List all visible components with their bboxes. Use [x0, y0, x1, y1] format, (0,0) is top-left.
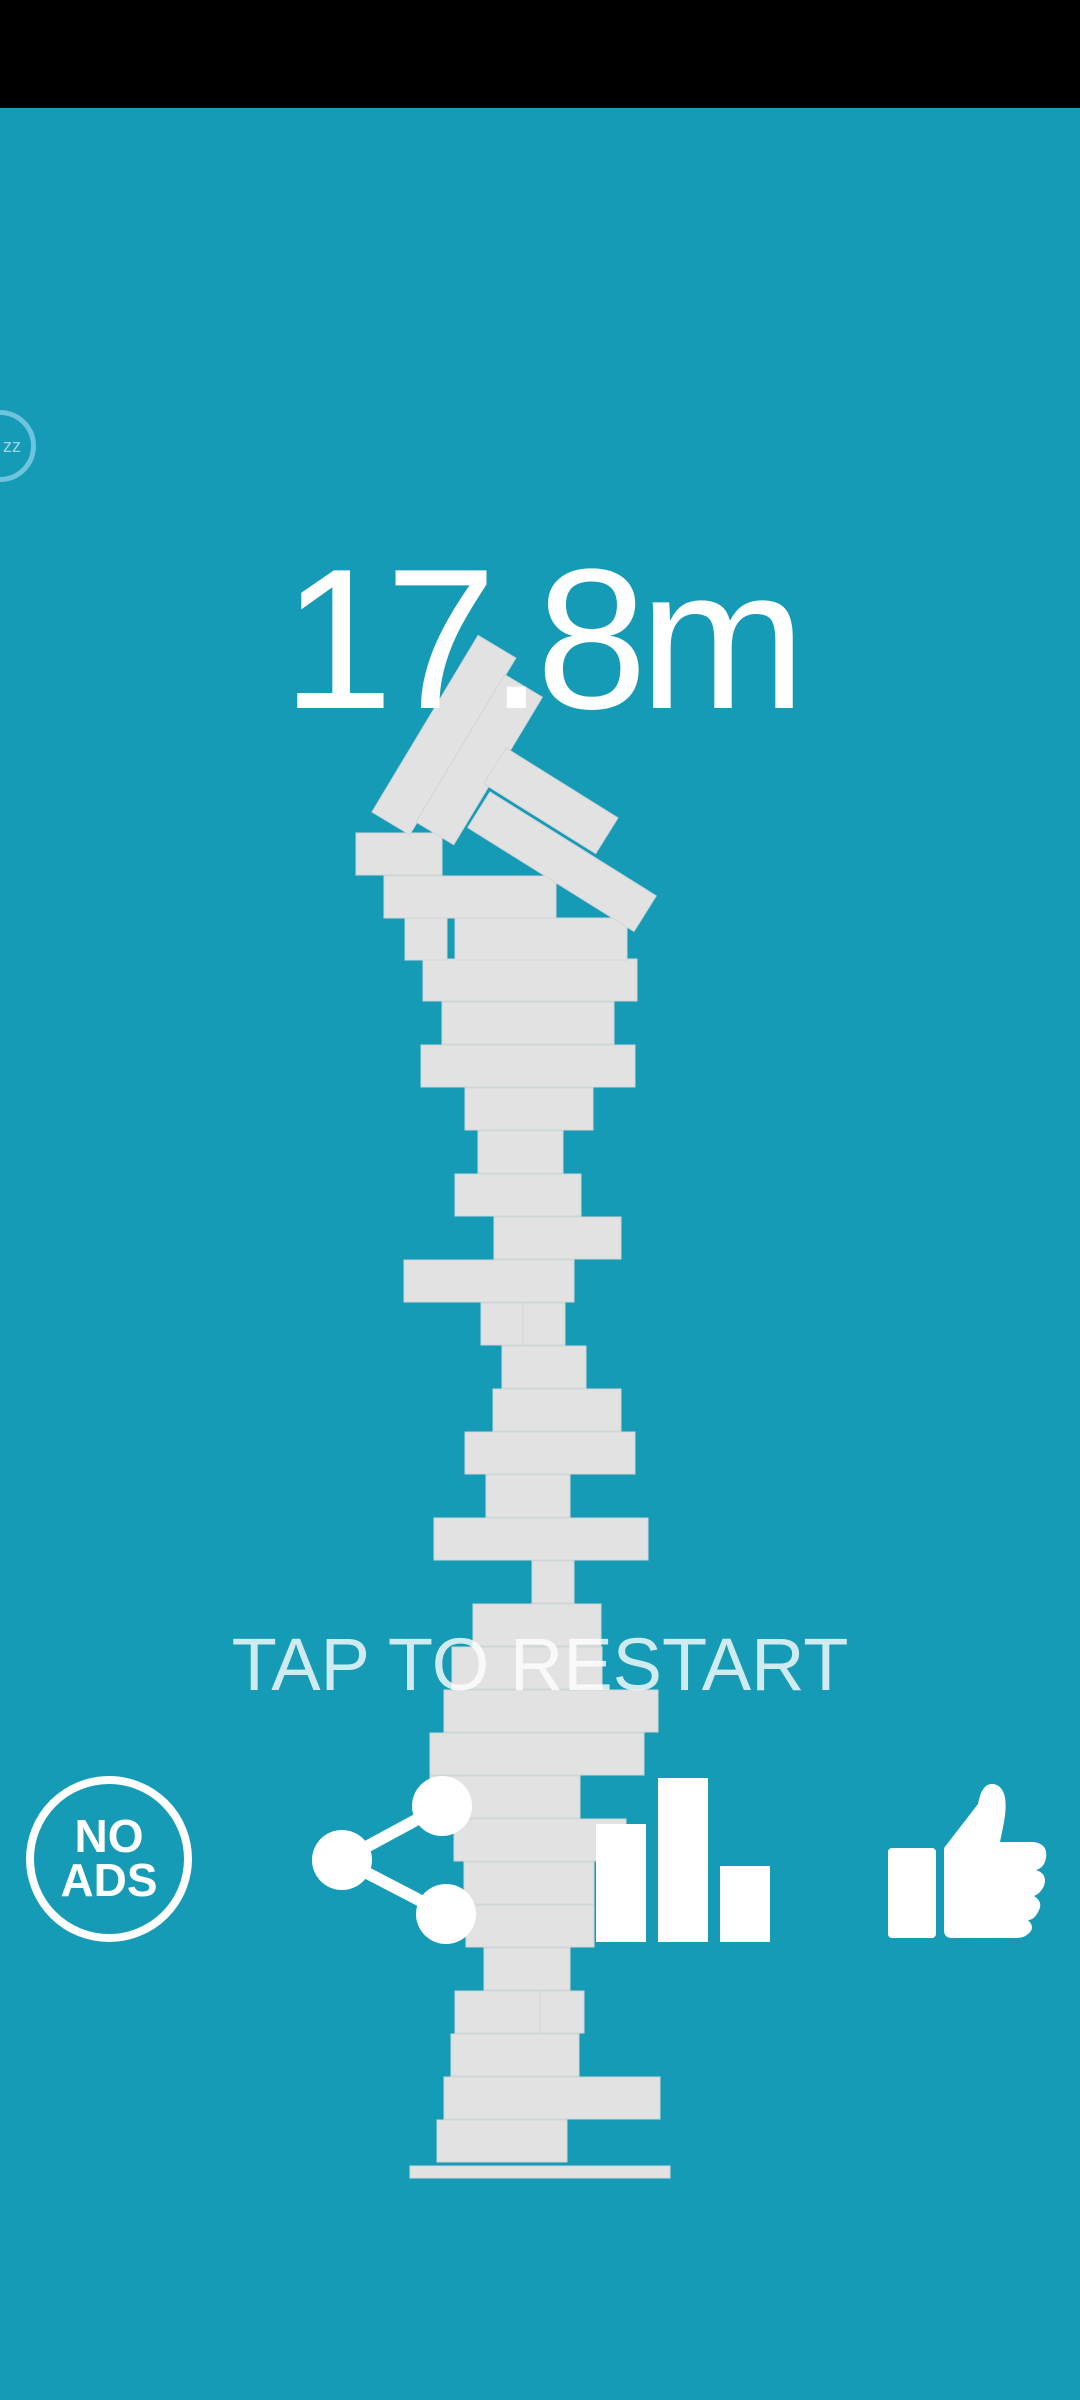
tower-block [443, 2076, 661, 2120]
tower-block [485, 1474, 571, 1518]
tower-block [422, 958, 638, 1002]
tower-block [539, 1990, 585, 2034]
tower-block [464, 1087, 594, 1131]
tower-block [429, 1732, 645, 1776]
tower-block [450, 2033, 580, 2077]
thumbs-up-icon [888, 1783, 1047, 1938]
share-icon [312, 1776, 476, 1944]
tower-block [441, 1001, 615, 1045]
leaderboard-button[interactable] [596, 1778, 770, 1942]
tap-to-restart-label[interactable]: TAP TO RESTART [0, 1622, 1080, 1707]
no-ads-button[interactable]: NO ADS [26, 1776, 192, 1942]
tower-block [477, 1130, 564, 1174]
tower-block [522, 1302, 566, 1346]
tower-block [463, 1861, 595, 1905]
tower-block [404, 917, 448, 961]
tower-block [492, 1388, 622, 1432]
bar-chart-icon [596, 1778, 770, 1942]
tower-block [465, 1904, 595, 1948]
tower-block [480, 1302, 524, 1346]
tower-base [409, 2165, 671, 2179]
tower-block [454, 917, 628, 961]
tower-block [531, 1560, 575, 1604]
rate-button[interactable] [888, 1782, 1050, 1938]
no-ads-line2: ADS [60, 1854, 158, 1906]
tower-block [501, 1345, 587, 1389]
tower-block [383, 875, 557, 919]
tower-block [355, 832, 443, 876]
tower-block [433, 1517, 649, 1561]
tower-block [403, 1259, 575, 1303]
tower-block [464, 1431, 636, 1475]
tower-block [483, 1947, 571, 1991]
height-score: 17.8m [282, 528, 806, 751]
tower-block [420, 1044, 636, 1088]
no-ads-line1: NO [74, 1810, 144, 1863]
tower [355, 634, 671, 2179]
tower-block [493, 1216, 622, 1260]
tower-block [436, 2119, 568, 2163]
share-button[interactable] [312, 1770, 482, 1950]
tower-block [454, 1990, 542, 2034]
tower-block [454, 1173, 582, 1217]
